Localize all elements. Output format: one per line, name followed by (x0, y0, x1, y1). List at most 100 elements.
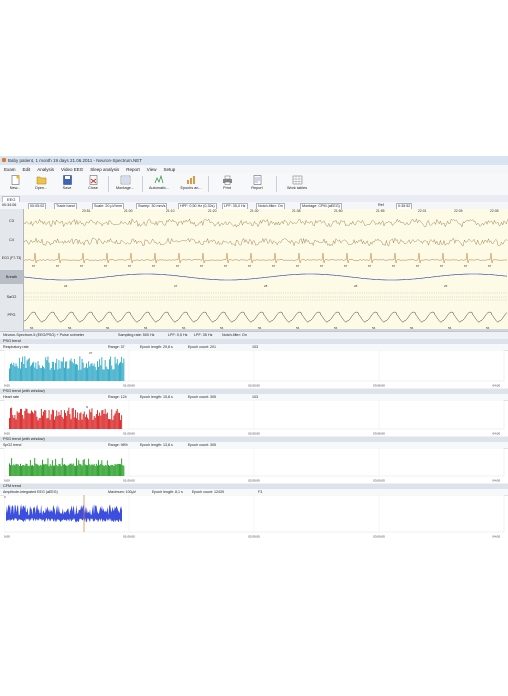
printer-icon (222, 175, 232, 185)
trend-bar (25, 408, 27, 429)
ecg-beat-label: 67 (296, 264, 300, 268)
trend-bar (25, 463, 27, 476)
trend-bar (72, 408, 74, 429)
trend-bar (61, 417, 63, 429)
trend-bar (83, 368, 85, 381)
channel-label-ecg[interactable]: ECG (F7-T3) (0, 256, 23, 260)
trend-bar (13, 362, 15, 381)
trend-bar (39, 418, 41, 429)
trend-bar (46, 360, 48, 381)
trend-bar (54, 465, 55, 476)
trend-bar (49, 419, 51, 429)
trend-bar (115, 411, 117, 429)
trend-bar (68, 464, 70, 476)
trend-bar (104, 464, 106, 476)
trend-bar (99, 412, 101, 429)
sampling-rate: Sampling rate: 500 Hz (118, 333, 155, 337)
trend-bar (116, 408, 118, 429)
trend-bar (13, 464, 15, 476)
trend-bar (10, 465, 11, 476)
trend-bar (49, 464, 51, 476)
breath-label: 25 (444, 284, 448, 288)
trend-bar (27, 359, 29, 381)
trend-bar (21, 465, 22, 476)
trend-plot[interactable]: 0:0001:00:0002:00:0003:00:0004:001002510… (4, 495, 506, 539)
menu-report[interactable]: Report (126, 167, 140, 172)
trend-bar (17, 368, 19, 381)
ecg-beat-label: 67 (56, 264, 60, 268)
trend-bar (80, 464, 82, 476)
ecg-beat-label: 67 (104, 264, 108, 268)
trend-bar (29, 413, 31, 429)
trend-bar (28, 358, 30, 381)
new-button[interactable]: New... (2, 175, 28, 194)
channel-label-sao2[interactable]: SaO2 (0, 295, 23, 299)
trend-bar (88, 419, 90, 429)
print-button[interactable]: Print (214, 175, 240, 194)
channel-label-c4[interactable]: C4 (0, 238, 23, 242)
work-tables-button[interactable]: Work tables (282, 175, 312, 194)
trend-bar (108, 419, 109, 429)
breath-label: 28 (354, 284, 358, 288)
automatic-analysis-icon (154, 175, 163, 184)
menu-video-eeg[interactable]: Video EEG (61, 167, 83, 172)
trend-bar (121, 415, 123, 429)
channel-label-ppg[interactable]: PPG (0, 313, 23, 317)
menu-analysis[interactable]: Analysis (37, 167, 54, 172)
trend-bar (68, 407, 70, 429)
trend-bar (10, 364, 11, 381)
trend-bar (100, 365, 102, 381)
trend-x-tick: 0:00 (4, 535, 10, 539)
channel-label-c3[interactable]: C3 (0, 219, 23, 223)
trend-bar (67, 465, 69, 476)
trend-bar (45, 357, 47, 381)
trend-bar (67, 368, 69, 381)
trend-bar (11, 362, 13, 381)
menu-view[interactable]: View (147, 167, 157, 172)
epochs-button[interactable]: Epochs an... (176, 175, 206, 194)
channel-label-breath[interactable]: Breath (0, 270, 23, 284)
trend-bar (117, 412, 119, 429)
trend-bar (93, 363, 95, 381)
menu-setup[interactable]: Setup (163, 167, 175, 172)
eeg-trace-c3 (24, 218, 508, 228)
trend-bar (91, 363, 93, 381)
trend-bar (20, 463, 21, 476)
trend-bar (26, 464, 28, 476)
trend-bar (80, 369, 82, 381)
trend-plot[interactable]: 0:00 01:00:00 02:00:00 03:00:00 04:00 37 (4, 350, 506, 388)
trend-bar (70, 419, 72, 429)
trend-bar (22, 415, 24, 429)
report-button[interactable]: Report (244, 175, 270, 194)
eeg-signal-area[interactable]: C3 C4 ECG (F7-T3) Breath SaO2 PPG 20:51 … (0, 209, 508, 331)
trend-bar (43, 411, 44, 429)
trend-bar (112, 464, 114, 476)
trend-bar (122, 465, 124, 476)
menu-edit[interactable]: Edit (23, 167, 31, 172)
trend-bar (79, 356, 81, 381)
trend-bar (16, 411, 18, 429)
trend-x-tick: 03:00:00 (373, 432, 385, 436)
trend-bar (58, 464, 60, 476)
close-button[interactable]: Close (80, 175, 106, 194)
open-button[interactable]: Open... (28, 175, 54, 194)
menu-exam[interactable]: Exam (4, 167, 16, 172)
save-button[interactable]: Save (54, 175, 80, 194)
trend-plot[interactable]: 0:00 01:00:00 02:00:00 03:00:00 04:00 N (4, 400, 506, 436)
trend-bar (90, 465, 92, 476)
trend-plot[interactable]: 0:00 01:00:00 02:00:00 03:00:00 04:00 (4, 448, 506, 483)
trend-x-tick: 0:00 (4, 479, 10, 483)
trend-bar (112, 369, 114, 381)
trend-bar (60, 361, 62, 381)
ecg-beat-label: 67 (464, 264, 468, 268)
trend-bar (106, 460, 108, 476)
trend-bar (44, 368, 46, 381)
trend-bar (31, 410, 32, 429)
menu-sleep-analysis[interactable]: Sleep analysis (90, 167, 119, 172)
montage-button[interactable]: Montage... (110, 175, 140, 194)
automatic-button[interactable]: Automatic... (144, 175, 174, 194)
epochs-analysis-icon (186, 176, 195, 184)
trend-bar (9, 463, 10, 476)
trend-bar (50, 368, 52, 381)
trend-bar (122, 363, 124, 381)
